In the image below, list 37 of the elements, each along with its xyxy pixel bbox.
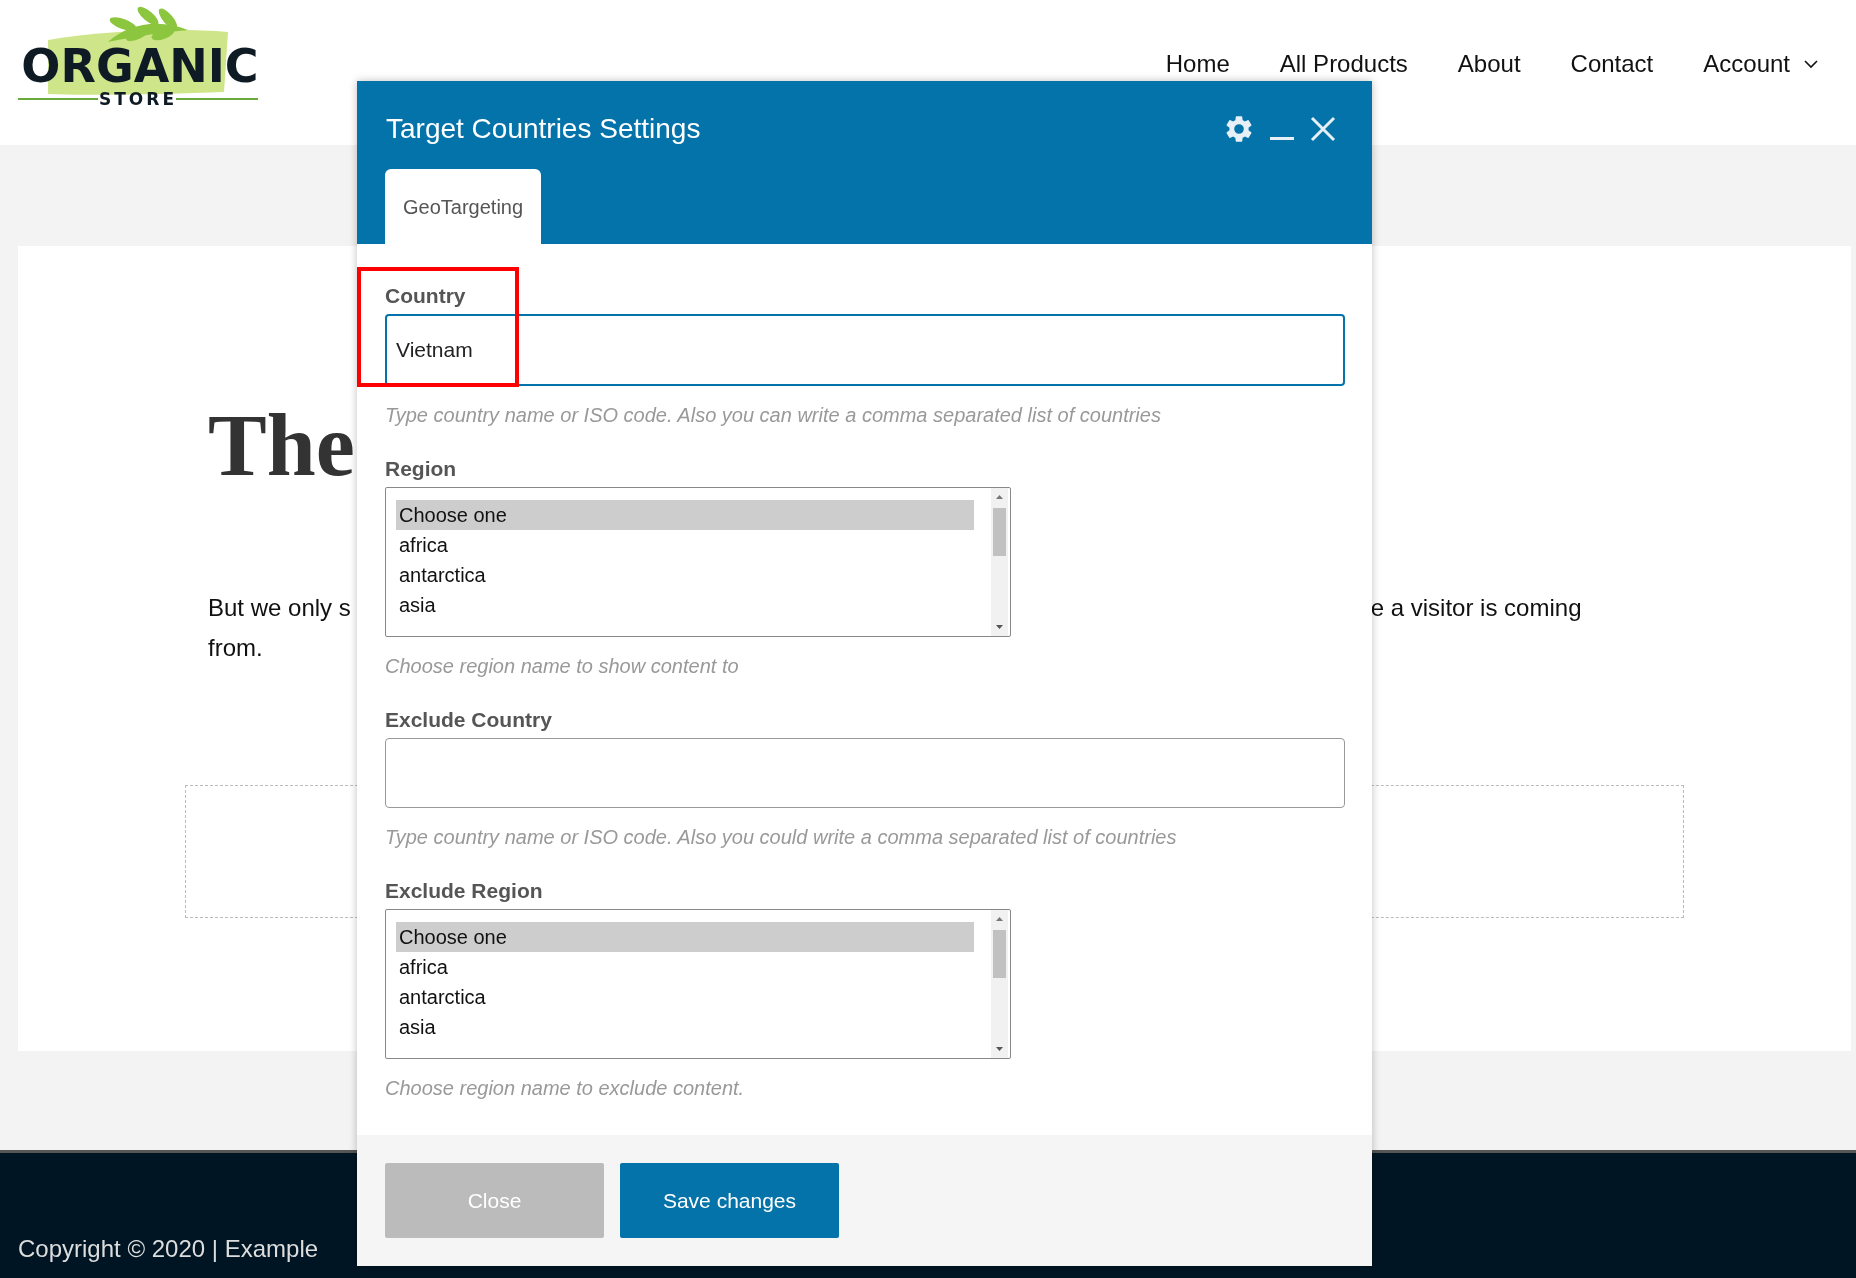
chevron-down-icon bbox=[1804, 59, 1818, 69]
copyright-text: Copyright © 2020 | Example bbox=[18, 1235, 319, 1262]
nav-link[interactable]: Account bbox=[1703, 46, 1818, 82]
scrollbar[interactable] bbox=[991, 910, 1008, 1058]
scrollbar[interactable] bbox=[991, 488, 1008, 636]
save-button[interactable]: Save changes bbox=[620, 1163, 839, 1238]
text-field[interactable]: Vietnam bbox=[385, 314, 1345, 386]
text-field[interactable] bbox=[385, 738, 1345, 808]
dialog-title: Target Countries Settings bbox=[386, 112, 701, 146]
nav-link[interactable]: About bbox=[1457, 46, 1521, 82]
help-text: Type country name or ISO code. Also you can write a comma separated list of countries bbox=[385, 403, 1161, 428]
list-option[interactable]: africa bbox=[396, 952, 974, 982]
list-option[interactable]: asia bbox=[396, 1012, 974, 1042]
field-label: Exclude Region bbox=[385, 878, 543, 903]
help-text: Choose region name to show content to bbox=[385, 654, 739, 679]
nav-link[interactable]: All Products bbox=[1279, 46, 1408, 82]
region-listbox[interactable]: Choose one africa antarctica asia bbox=[385, 909, 1011, 1059]
field-label: Exclude Country bbox=[385, 707, 552, 732]
list-option[interactable]: africa bbox=[396, 530, 974, 560]
paragraph-text: But we only s bbox=[208, 593, 351, 623]
region-listbox[interactable]: Choose one africa antarctica asia bbox=[385, 487, 1011, 637]
list-option[interactable]: antarctica bbox=[396, 560, 974, 590]
help-text: Type country name or ISO code. Also you could write a comma separated list of countries bbox=[385, 825, 1177, 850]
nav-link[interactable]: Contact bbox=[1570, 46, 1654, 82]
paragraph-text: e a visitor is coming bbox=[1370, 593, 1582, 623]
list-option[interactable]: antarctica bbox=[396, 982, 974, 1012]
help-text: Choose region name to exclude content. bbox=[385, 1076, 745, 1101]
list-option[interactable]: Choose one bbox=[396, 500, 974, 530]
paragraph-text: from. bbox=[208, 633, 263, 663]
close-icon[interactable] bbox=[1309, 115, 1337, 143]
field-label: Country bbox=[385, 283, 466, 308]
field-label: Region bbox=[385, 456, 457, 481]
list-option[interactable]: asia bbox=[396, 590, 974, 620]
page-heading: The bbox=[208, 396, 355, 496]
list-option[interactable]: Choose one bbox=[396, 922, 974, 952]
nav-link[interactable]: Home bbox=[1165, 46, 1230, 82]
tab[interactable]: GeoTargeting bbox=[385, 169, 542, 244]
